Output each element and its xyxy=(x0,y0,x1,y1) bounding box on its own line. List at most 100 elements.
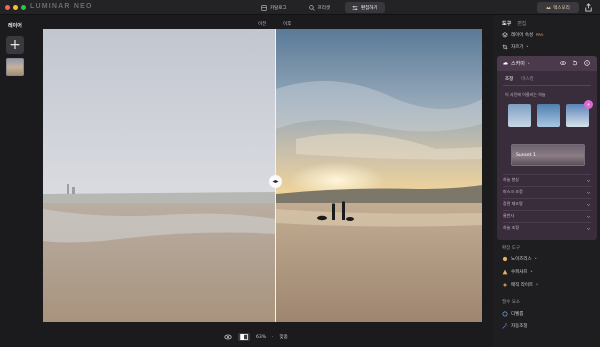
section-sky-adjust[interactable]: 하늘 조정 xyxy=(503,222,591,233)
extensions-heading: 확장 도구 xyxy=(502,246,520,251)
tool-develop-label: 디벨롭 xyxy=(511,312,524,317)
tab-sky-masking[interactable]: 마스킹 xyxy=(521,76,533,82)
tool-enhance-label: 자동조정 xyxy=(511,324,528,329)
sky-tool-header[interactable]: 스카이 * xyxy=(497,56,597,71)
section-label: 물반사 xyxy=(503,213,515,218)
title-bar: LUMINAR NEO 카탈로그 프리셋 편집하기 렉스모리 xyxy=(0,0,600,15)
app-logo: LUMINAR NEO xyxy=(30,3,93,10)
chevron-down-icon xyxy=(586,179,591,182)
sky-subtabs: 조정 마스킹 xyxy=(505,76,534,82)
compare-handle[interactable]: ◂▸ xyxy=(269,175,282,188)
section-reflection[interactable]: 물반사 xyxy=(503,210,591,221)
section-sky-enhance[interactable]: 하늘 향상 xyxy=(503,174,591,185)
noiseless-icon xyxy=(502,256,508,262)
pro-badge: * xyxy=(526,45,529,49)
photo-canvas[interactable] xyxy=(43,29,482,322)
pro-badge: * xyxy=(530,270,533,274)
split-view-icon xyxy=(240,334,248,340)
pro-badge: * xyxy=(536,283,538,287)
sky-suggestion-3[interactable]: + xyxy=(566,100,593,127)
layers-properties-icon xyxy=(502,32,508,38)
minimize-window-button[interactable] xyxy=(13,5,18,10)
cloud-icon xyxy=(503,62,508,65)
tool-develop[interactable]: 디벨롭 xyxy=(502,311,523,317)
magic-light-icon xyxy=(502,282,508,288)
catalog-icon xyxy=(261,4,267,11)
pro-badge: * xyxy=(527,61,530,66)
section-relight[interactable]: 장면 재조명 xyxy=(503,198,591,209)
presets-icon xyxy=(308,4,315,11)
tab-tools[interactable]: 도구 xyxy=(502,20,511,27)
tool-crop[interactable]: 자르기 * xyxy=(502,44,528,50)
layers-heading: 레이어 xyxy=(8,23,22,29)
tab-edit[interactable]: 편집하기 xyxy=(344,2,385,13)
tab-edits[interactable]: 편집 xyxy=(517,20,526,27)
layer-thumbnail[interactable] xyxy=(6,58,24,76)
add-layer-button[interactable]: + xyxy=(6,36,24,54)
tool-magic-light-label: 매직 라이트 xyxy=(511,283,534,288)
sky-suggestion-1[interactable] xyxy=(508,104,531,127)
eye-icon[interactable] xyxy=(224,333,232,341)
bottom-toolbar: 63% · 맞춤 xyxy=(224,333,288,341)
share-icon[interactable] xyxy=(584,3,593,12)
tab-presets[interactable]: 프리셋 xyxy=(302,2,337,13)
zoom-fit-label[interactable]: 맞춤 xyxy=(279,334,287,340)
tool-noiseless[interactable]: 노이즈리스 * xyxy=(502,256,536,262)
compare-toggle[interactable] xyxy=(238,333,250,341)
panel-tabs: 도구 편집 xyxy=(502,20,526,27)
supersharp-icon xyxy=(502,269,508,275)
close-window-button[interactable] xyxy=(5,5,10,10)
sky-preset-select[interactable]: Sunset 1 xyxy=(511,144,585,166)
crown-icon xyxy=(546,6,551,9)
chevron-down-icon xyxy=(586,191,591,194)
add-sky-badge[interactable]: + xyxy=(584,100,593,109)
zoom-level[interactable]: 63% xyxy=(256,335,266,340)
tab-catalog[interactable]: 카탈로그 xyxy=(254,2,294,13)
tab-catalog-label: 카탈로그 xyxy=(270,5,287,11)
sky-suggestions: + xyxy=(508,100,593,127)
develop-icon xyxy=(502,311,508,317)
chevron-down-icon xyxy=(586,203,591,206)
sky-tool-card: 스카이 * 조정 마스킹 이 사진에 어울리는 하늘 + Sunset 1 하늘… xyxy=(497,56,597,240)
tool-layer-properties[interactable]: 레이어 속성 PRO xyxy=(502,32,543,38)
tool-magic-light[interactable]: 매직 라이트 * xyxy=(502,282,538,288)
zoom-separator: · xyxy=(272,334,274,340)
tool-supersharp[interactable]: 수퍼샤프 * xyxy=(502,269,532,275)
subtab-divider xyxy=(503,85,591,86)
sky-suggestion-2[interactable] xyxy=(537,104,560,127)
sky-tool-title: 스카이 * xyxy=(503,60,530,67)
drag-arrows-icon: ◂▸ xyxy=(272,178,279,185)
tool-layer-properties-label: 레이어 속성 xyxy=(511,33,534,38)
sky-preset-name: Sunset 1 xyxy=(516,153,536,158)
tool-noiseless-label: 노이즈리스 xyxy=(511,257,532,262)
account-button[interactable]: 렉스모리 xyxy=(537,2,579,13)
tab-sky-adjust[interactable]: 조정 xyxy=(505,76,513,82)
chevron-down-icon xyxy=(586,215,591,218)
enhance-icon xyxy=(502,323,508,329)
mode-tabs: 카탈로그 프리셋 편집하기 xyxy=(254,2,385,13)
chevron-down-icon xyxy=(586,227,591,230)
sky-tool-label: 스카이 xyxy=(511,61,525,67)
tab-presets-label: 프리셋 xyxy=(317,5,330,11)
plus-icon: + xyxy=(9,37,21,53)
pro-badge: PRO xyxy=(536,33,544,37)
tool-enhance[interactable]: 자동조정 xyxy=(502,323,528,329)
eye-icon[interactable] xyxy=(560,60,566,66)
before-image xyxy=(43,29,276,322)
info-icon[interactable] xyxy=(584,60,590,66)
zoom-window-button[interactable] xyxy=(21,5,26,10)
account-label: 렉스모리 xyxy=(553,5,570,11)
before-label: 이전 xyxy=(258,22,267,27)
section-label: 마스크 조정 xyxy=(503,189,523,194)
section-label: 하늘 조정 xyxy=(503,225,519,230)
section-label: 장면 재조명 xyxy=(503,201,523,206)
after-label: 이후 xyxy=(283,22,292,27)
pro-badge: * xyxy=(534,257,537,261)
tool-supersharp-label: 수퍼샤프 xyxy=(511,270,528,275)
section-label: 하늘 향상 xyxy=(503,177,519,182)
tool-crop-label: 자르기 xyxy=(511,45,524,50)
reset-icon[interactable] xyxy=(572,60,578,66)
edit-icon xyxy=(352,5,358,10)
section-mask-refine[interactable]: 마스크 조정 xyxy=(503,186,591,197)
crop-icon xyxy=(502,44,508,50)
